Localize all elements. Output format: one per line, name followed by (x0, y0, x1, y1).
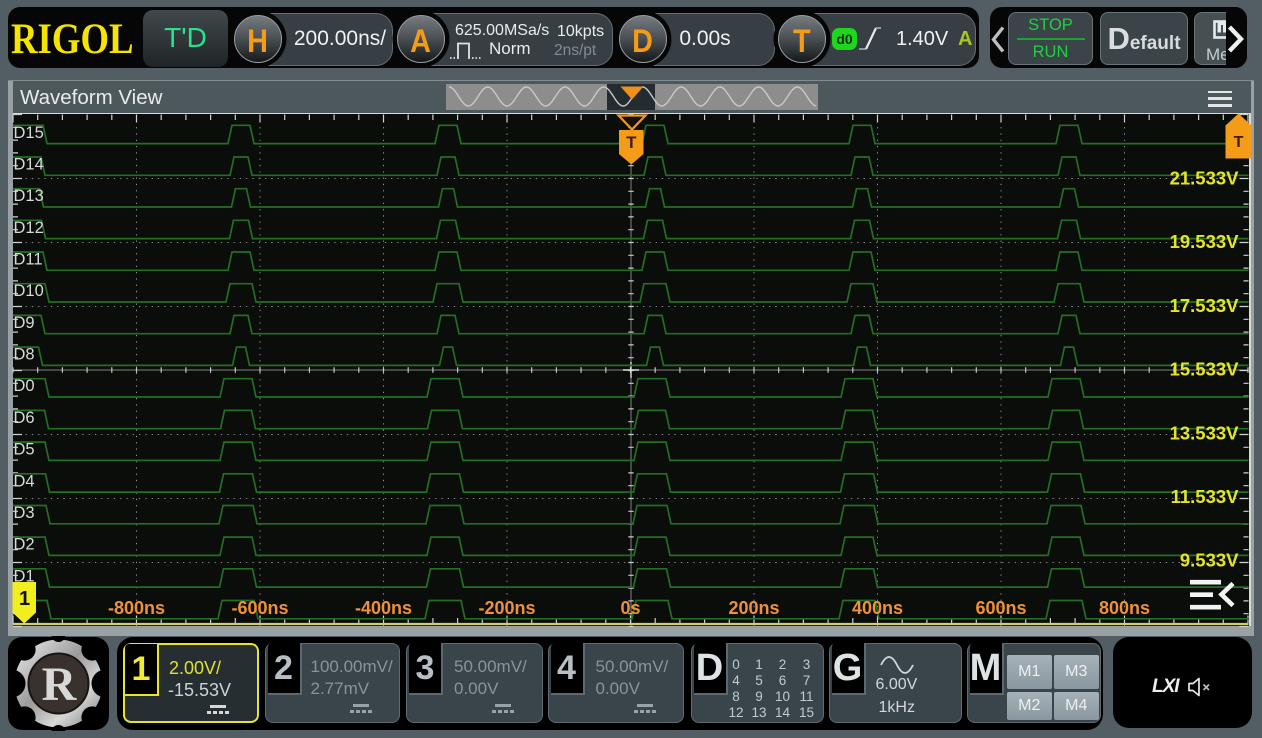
svg-text:-200ns: -200ns (478, 598, 535, 618)
svg-text:D13: D13 (14, 187, 44, 205)
svg-text:D9: D9 (14, 314, 35, 332)
svg-text:D11: D11 (14, 251, 43, 269)
svg-text:0s: 0s (620, 598, 640, 618)
svg-text:D12: D12 (14, 219, 44, 237)
svg-text:D8: D8 (14, 346, 35, 364)
svg-text:-400ns: -400ns (355, 598, 412, 618)
svg-text:19.533V: 19.533V (1170, 231, 1240, 252)
svg-text:15.533V: 15.533V (1170, 359, 1240, 380)
svg-text:D15: D15 (14, 124, 44, 142)
svg-text:D6: D6 (14, 409, 35, 427)
svg-text:1: 1 (19, 588, 30, 610)
svg-text:400ns: 400ns (852, 598, 903, 618)
svg-text:11.533V: 11.533V (1171, 486, 1240, 507)
svg-text:-600ns: -600ns (231, 598, 288, 618)
svg-text:T: T (626, 133, 637, 152)
svg-text:D14: D14 (14, 156, 44, 174)
svg-text:200ns: 200ns (728, 598, 779, 618)
svg-text:T: T (1234, 134, 1244, 151)
svg-text:D3: D3 (14, 504, 35, 522)
svg-text:D2: D2 (14, 536, 35, 554)
svg-text:D4: D4 (14, 472, 35, 490)
svg-text:-800ns: -800ns (108, 598, 165, 618)
svg-text:R: R (42, 658, 78, 711)
svg-text:800ns: 800ns (1099, 598, 1150, 618)
svg-text:D0: D0 (14, 377, 35, 395)
svg-text:D5: D5 (14, 441, 35, 459)
svg-text:600ns: 600ns (975, 598, 1026, 618)
svg-text:21.533V: 21.533V (1170, 168, 1240, 189)
svg-text:17.533V: 17.533V (1170, 295, 1240, 316)
svg-text:D10: D10 (14, 282, 44, 300)
svg-text:13.533V: 13.533V (1170, 422, 1240, 443)
svg-text:9.533V: 9.533V (1180, 550, 1239, 571)
